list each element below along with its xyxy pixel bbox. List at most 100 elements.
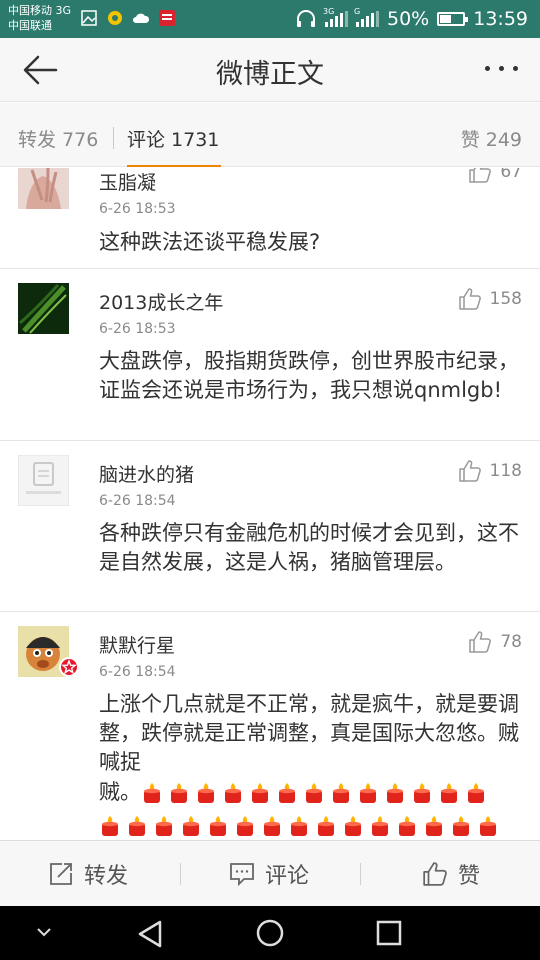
- comment-button[interactable]: 评论: [229, 841, 309, 907]
- candle-icon: [318, 815, 334, 836]
- comment-username[interactable]: 脑进水的猪: [99, 460, 194, 487]
- battery-percent: 50%: [387, 8, 430, 30]
- candle-icon: [264, 815, 280, 836]
- nav-back-icon[interactable]: [136, 919, 164, 949]
- candle-icon: [225, 783, 241, 803]
- comment-username[interactable]: 默默行星: [99, 631, 175, 658]
- nav-home-icon[interactable]: [255, 918, 285, 948]
- comment-time: 6-26 18:53: [99, 321, 176, 337]
- status-bar: 中国移动 3G 中国联通 3G G 50% 13:59: [0, 0, 540, 38]
- comment-icon: [230, 863, 254, 887]
- comment-text: 各种跌停只有金融危机的时候才会见到，这不是自然发展，这是人祸，猪脑管理层。: [99, 521, 519, 574]
- comment-like-button[interactable]: 118: [458, 459, 522, 483]
- nav-recents-icon[interactable]: [376, 920, 402, 946]
- active-tab-indicator: [127, 165, 221, 167]
- status-right: 3G G 50% 13:59: [295, 0, 528, 38]
- thumbs-up-icon: [458, 460, 481, 482]
- system-nav-bar: [0, 906, 540, 960]
- like-label: 赞: [458, 864, 481, 889]
- avatar[interactable]: [18, 168, 69, 209]
- comment-like-count: 118: [489, 461, 522, 481]
- candle-icon: [426, 815, 442, 836]
- candle-icon: [210, 815, 226, 836]
- carrier-info: 中国移动 3G 中国联通: [8, 3, 71, 33]
- action-bar: 转发 评论 赞: [0, 840, 540, 906]
- comment-text: 大盘跌停，股指期货跌停，创世界股市纪录，证监会还说是市场行为，我只想说qnmlg…: [99, 349, 519, 402]
- comment-like-count: 158: [489, 289, 522, 309]
- avatar[interactable]: [18, 283, 69, 334]
- action-divider: [180, 863, 181, 885]
- clock: 13:59: [473, 8, 528, 30]
- comment-text: 上涨个几点就是不正常，就是疯牛，就是要调整，跌停就是正常调整，真是国际大忽悠。贼…: [99, 692, 519, 774]
- notification-icons: [80, 9, 176, 27]
- candle-icon: [129, 815, 145, 836]
- page-title: 微博正文: [216, 59, 324, 90]
- chevron-down-icon[interactable]: [36, 926, 52, 938]
- signal-1-label: 3G: [323, 7, 335, 16]
- carrier-1: 中国移动 3G: [8, 4, 72, 17]
- tab-bar: 转发 776 评论 1731 赞 249: [0, 103, 540, 167]
- action-divider: [360, 863, 361, 885]
- candle-icon: [237, 815, 253, 836]
- tab-comments[interactable]: 评论 1731: [127, 125, 219, 152]
- candle-icon: [387, 783, 403, 803]
- candle-icon: [441, 783, 457, 803]
- like-button[interactable]: 赞: [422, 841, 480, 907]
- comment-like-button[interactable]: 78: [468, 630, 522, 654]
- headphones-icon: [297, 10, 315, 27]
- candle-icon: [453, 815, 469, 836]
- avatar[interactable]: [18, 455, 69, 506]
- repost-icon: [50, 863, 72, 885]
- candle-icon: [198, 783, 214, 803]
- candle-icon: [399, 815, 415, 836]
- tab-divider: [113, 127, 114, 149]
- candle-icon: [414, 783, 430, 803]
- battery-icon: [437, 12, 469, 26]
- candle-icon: [306, 783, 322, 803]
- comment-like-count: 78: [500, 632, 522, 652]
- candle-icon: [156, 815, 172, 836]
- thumbs-up-icon: [458, 288, 481, 310]
- candle-icon: [279, 783, 295, 803]
- comment-label: 评论: [265, 864, 310, 889]
- candle-icon: [468, 783, 484, 803]
- thumbs-up-icon: [423, 862, 447, 886]
- comment-emoji-line: 贼。: [99, 777, 519, 807]
- battery-fill: [440, 15, 452, 23]
- comment-time: 6-26 18:54: [99, 493, 176, 509]
- comment-like-button[interactable]: 67: [468, 168, 522, 184]
- candle-icon: [345, 815, 361, 836]
- thumbs-up-icon: [469, 168, 492, 183]
- comment-time: 6-26 18:53: [99, 201, 176, 217]
- more-menu-icon[interactable]: [485, 66, 518, 71]
- candle-emoji-row: [99, 810, 529, 840]
- comment-list[interactable]: 玉脂凝 67 6-26 18:53 这种跌法还谈平稳发展? 2013成长之年 1…: [0, 168, 540, 840]
- comment-item: 默默行星 78 6-26 18:54 上涨个几点就是不正常，就是疯牛，就是要调整…: [0, 612, 540, 840]
- candle-icon: [171, 783, 187, 803]
- comment-username[interactable]: 2013成长之年: [99, 288, 223, 315]
- candle-icon: [102, 815, 118, 836]
- signal-2-icon: G: [354, 7, 379, 27]
- title-bar: 微博正文: [0, 38, 540, 102]
- repost-button[interactable]: 转发: [48, 841, 128, 907]
- verified-badge-icon: [59, 657, 79, 677]
- news-app-icon: [159, 10, 175, 26]
- carrier-2: 中国联通: [8, 19, 52, 32]
- comment-item: 2013成长之年 158 6-26 18:53 大盘跌停，股指期货跌停，创世界股…: [0, 269, 540, 441]
- comment-like-button[interactable]: 158: [458, 287, 522, 311]
- comment-time: 6-26 18:54: [99, 664, 176, 680]
- cloud-icon: [133, 13, 150, 23]
- candle-icon: [480, 815, 496, 836]
- signal-1-icon: 3G: [323, 7, 348, 27]
- comment-item: 脑进水的猪 118 6-26 18:54 各种跌停只有金融危机的时候才会见到，这…: [0, 441, 540, 612]
- tab-repost[interactable]: 转发 776: [18, 125, 98, 152]
- comment-like-count: 67: [500, 168, 522, 182]
- candle-icon: [333, 783, 349, 803]
- comment-text-tail: 贼。: [99, 780, 141, 804]
- candle-icon: [252, 783, 268, 803]
- candle-icon: [372, 815, 388, 836]
- candle-icon: [144, 783, 160, 803]
- tab-likes[interactable]: 赞 249: [461, 125, 522, 152]
- thumbs-up-icon: [469, 631, 492, 653]
- comment-username[interactable]: 玉脂凝: [99, 168, 156, 195]
